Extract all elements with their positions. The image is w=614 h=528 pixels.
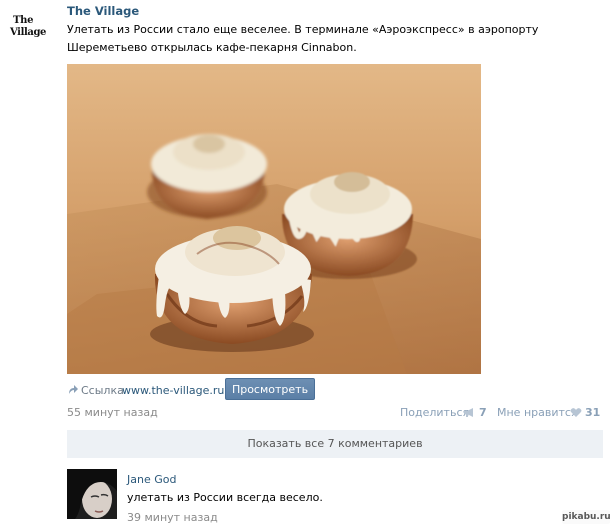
view-button[interactable]: Просмотреть xyxy=(225,378,315,400)
share-button[interactable]: Поделиться xyxy=(400,406,469,419)
logo-line-1: The xyxy=(13,15,34,26)
logo-line-2: Village xyxy=(10,27,47,38)
pikabu-watermark: pikabu.ru xyxy=(562,510,611,524)
post-photo[interactable] xyxy=(67,64,481,374)
share-arrow-icon xyxy=(69,385,78,394)
village-logo[interactable]: The Village xyxy=(10,16,52,44)
share-count: 7 xyxy=(479,406,487,419)
comment-author[interactable]: Jane God xyxy=(127,473,176,486)
avatar-photo xyxy=(67,469,117,519)
avatar[interactable] xyxy=(67,469,117,519)
like-count: 31 xyxy=(585,406,601,419)
link-label: Ссылка xyxy=(81,384,124,397)
megaphone-icon xyxy=(464,408,473,417)
like-button[interactable]: Мне нравится xyxy=(497,406,578,419)
cinnabon-photo xyxy=(67,64,481,374)
comment-timestamp[interactable]: 39 минут назад xyxy=(127,511,218,524)
show-all-comments-button[interactable]: Показать все 7 комментариев xyxy=(67,430,603,458)
post-author[interactable]: The Village xyxy=(67,4,139,18)
heart-icon xyxy=(570,408,582,417)
post-timestamp[interactable]: 55 минут назад xyxy=(67,406,158,419)
link-url[interactable]: www.the-village.ru xyxy=(122,384,224,397)
post-text: Улетать из России стало еще веселее. В т… xyxy=(67,23,539,54)
comment-text: улетать из России всегда весело. xyxy=(127,491,323,504)
